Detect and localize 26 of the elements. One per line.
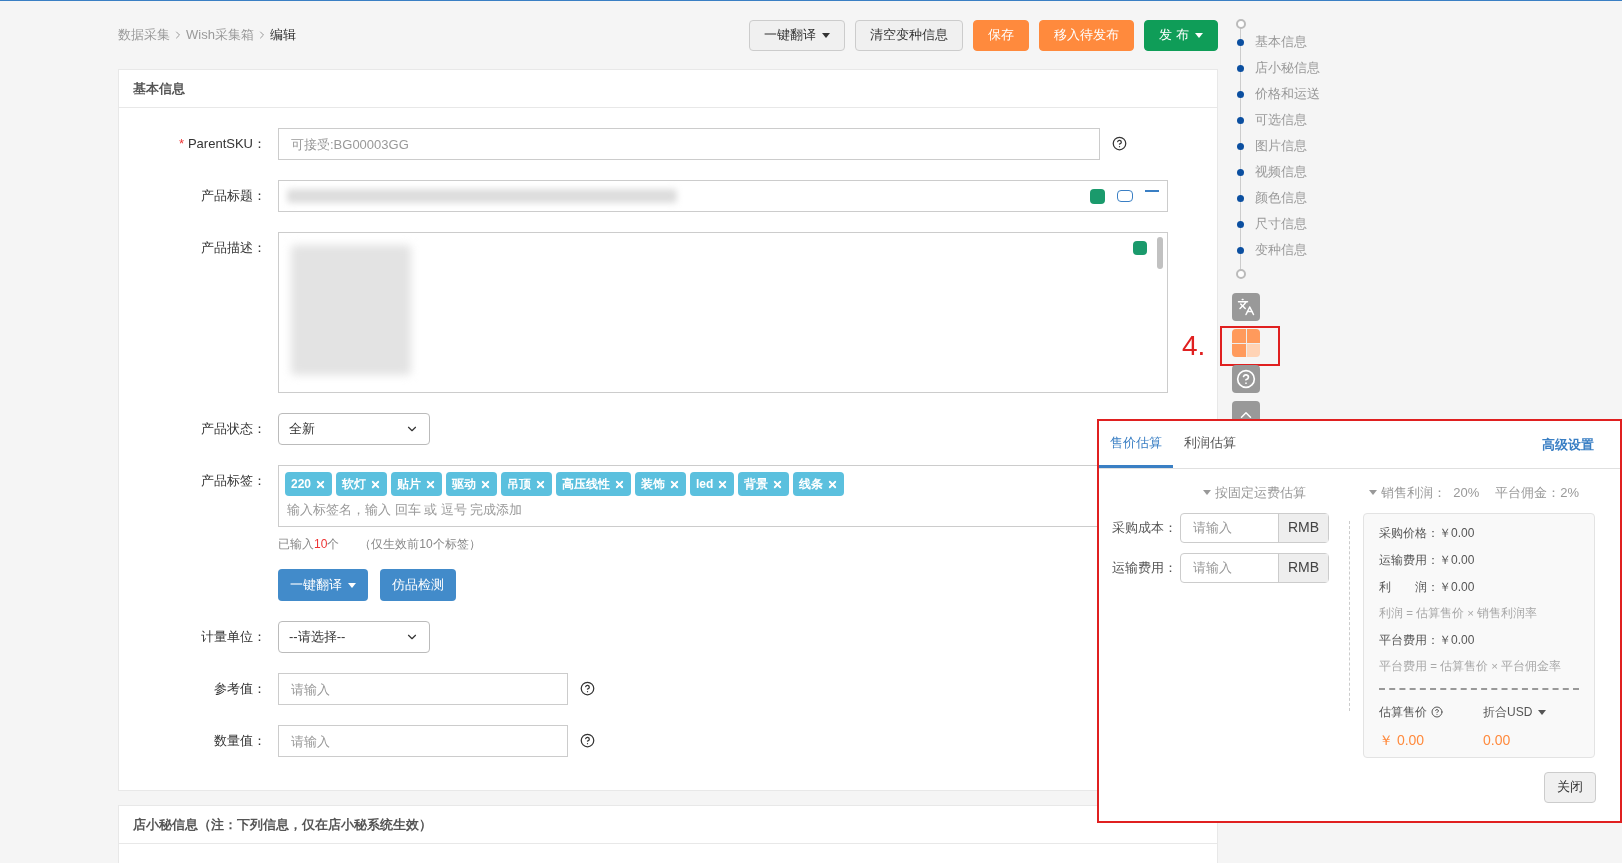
summary-value: 运输费用：￥0.00 [1379,551,1476,569]
field-label: 产品标签： [201,473,266,488]
field-label: 产品描述： [201,240,266,255]
field-label: 运输费用： [1112,558,1178,577]
price-usd-value: 0.00 [1483,731,1511,750]
required-mark: * [178,136,184,151]
summary-value: 利 润：￥0.00 [1379,578,1476,596]
field-label: ParentSKU： [187,136,266,151]
formula-text: 平台费用 = 估算售价 × 平台佣金率 [1379,658,1563,674]
tag-note-text: （仅生效前10个标签） [359,536,481,553]
summary-value: 采购价格：￥0.00 [1379,524,1476,542]
field-label: 参考值： [214,681,266,696]
field-label: 产品标题： [201,188,266,203]
tag-input-placeholder: 输入标签名，输入 回车 或 逗号 完成添加 [286,501,524,519]
formula-text: 利润 = 估算售价 × 销售利润率 [1379,605,1539,621]
annotation-number: 4. [1182,329,1206,363]
field-label: 产品状态： [201,421,266,436]
price-value: ￥ 0.00 [1379,731,1426,750]
summary-value: 平台费用：￥0.00 [1379,631,1476,649]
section-title: 店小秘信息（注：下列信息，仅在店小秘系统生效） [133,815,432,834]
tag-count-text: 已输入10个 [278,536,340,553]
field-label: 计量单位： [201,629,266,644]
commission-rate-text: 平台佣金：2% [1495,484,1580,502]
result-label: 估算售价 [1379,704,1427,721]
section-title: 基本信息 [133,79,185,98]
field-label: 数量值： [214,733,266,748]
